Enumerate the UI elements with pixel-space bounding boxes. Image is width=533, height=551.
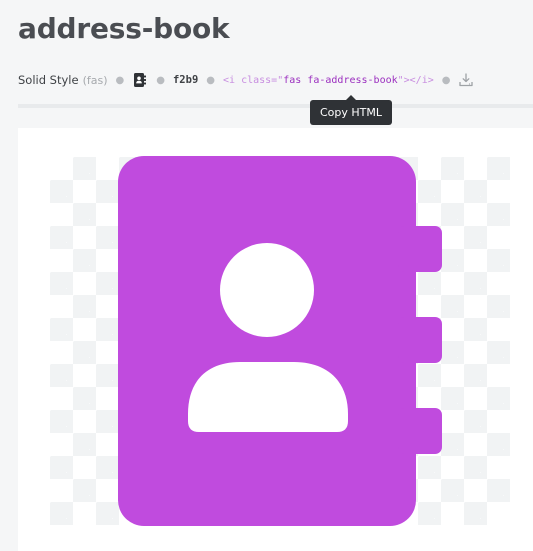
page-title: address-book [18, 12, 230, 45]
separator-dot: ● [115, 74, 125, 86]
unicode-value[interactable]: f2b9 [173, 74, 198, 86]
address-book-icon[interactable] [132, 72, 148, 88]
html-snippet-class: fas fa-address-book [283, 74, 398, 86]
html-snippet-open: <i class=" [223, 74, 284, 86]
separator-dot: ● [206, 74, 216, 86]
address-book-icon [118, 156, 442, 526]
html-snippet[interactable]: <i class="fas fa-address-book"></i> [223, 75, 434, 86]
icon-detail-page: address-book Solid Style (fas) ● ● f2b9 … [0, 0, 533, 551]
icon-meta-bar: Solid Style (fas) ● ● f2b9 ● <i class="f… [18, 70, 533, 90]
style-prefix: (fas) [82, 73, 108, 87]
separator-dot: ● [156, 74, 165, 86]
html-snippet-close: "></i> [397, 74, 434, 86]
download-icon[interactable] [458, 72, 474, 88]
style-label: Solid Style [18, 73, 79, 87]
copy-html-tooltip: Copy HTML [310, 95, 392, 125]
icon-preview-panel [18, 128, 533, 551]
header-divider [18, 104, 533, 108]
separator-dot: ● [441, 74, 451, 86]
